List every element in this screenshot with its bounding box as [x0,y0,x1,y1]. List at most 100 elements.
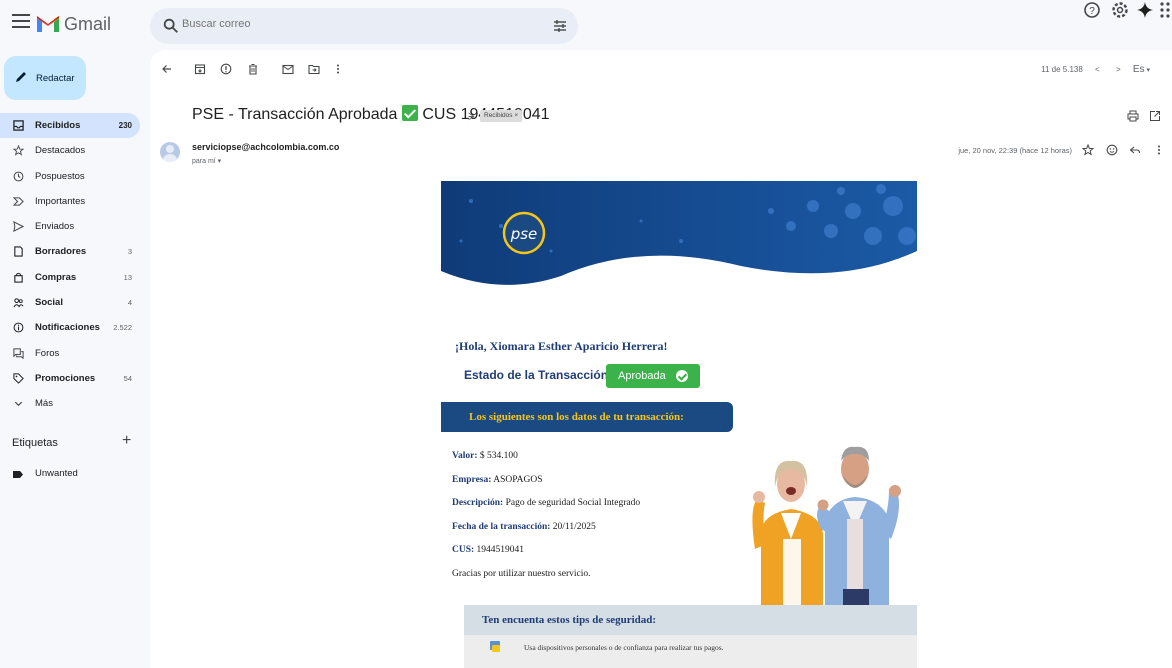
avatar[interactable] [160,142,180,162]
sidebar-item-snoozed[interactable]: Pospuestos [0,164,140,189]
label-name: Unwanted [35,468,78,479]
message-view: 11 de 5.138 < > Es ▾ PSE - Transacción A… [150,50,1172,668]
prev-page-icon[interactable]: < [1095,65,1100,74]
compose-label: Redactar [36,73,75,84]
delete-icon[interactable] [247,62,259,75]
sidebar-item-label: Foros [35,347,60,359]
pse-logo-text: pse [510,225,538,243]
info-icon [13,322,24,333]
detail-row-cus: CUS: 1944519041 [452,545,525,555]
status-label: Estado de la Transacción: [464,368,613,382]
search-bar[interactable] [150,8,578,44]
inbox-icon [13,120,24,131]
sidebar-item-label: Promociones [35,372,96,384]
sidebar-item-label: Recibidos [35,120,81,131]
sidebar-item-label: Compras [35,271,77,283]
settings-icon[interactable] [1110,0,1130,20]
unread-count: 4 [127,298,132,308]
detail-row-fecha: Fecha de la transacción: 20/11/2025 [452,521,596,532]
recipient-line[interactable]: para mí ▾ [192,157,221,165]
search-icon[interactable] [162,17,180,35]
draft-icon [14,246,23,258]
back-arrow-icon[interactable] [161,62,173,74]
mark-unread-icon[interactable] [282,62,294,75]
pencil-icon [16,72,26,82]
pagination: 11 de 5.138 < > Es ▾ [1041,64,1150,75]
send-icon [13,221,24,233]
sidebar-item-forums[interactable]: Foros [0,341,140,366]
reply-icon[interactable] [1129,144,1141,156]
check-emoji-icon [401,105,418,121]
label-icon [13,471,23,478]
move-to-icon[interactable] [308,62,320,75]
sidebar-item-promotions[interactable]: Promociones 54 [0,366,140,391]
detail-row-empresa: Empresa: ASOPAGOS [452,474,543,485]
security-tips: Ten encuenta estos tips de seguridad: Us… [464,605,917,668]
sidebar-item-label: Notificaciones [35,322,100,334]
more-vert-icon[interactable] [1153,144,1165,156]
chevron-down-icon [14,401,23,407]
sender-email[interactable]: serviciopse@achcolombia.com.co [192,142,339,152]
unread-count: 230 [118,121,132,130]
label-item-unwanted[interactable]: Unwanted [0,463,140,485]
labels-heading: Etiquetas [12,437,58,449]
inbox-label-chip[interactable]: Recibidos × [480,110,523,122]
search-input[interactable] [182,18,522,30]
sidebar-item-drafts[interactable]: Borradores 3 [0,239,140,264]
tips-header: Ten encuenta estos tips de seguridad: [464,605,917,635]
more-vert-icon[interactable] [332,62,344,74]
apps-icon[interactable] [1158,0,1172,20]
forum-icon [13,348,24,359]
top-bar: Gmail ? [0,0,1172,52]
language-selector[interactable]: Es [1133,64,1145,75]
check-circle-icon [676,370,688,382]
detail-row-valor: Valor: $ 534.100 [452,451,518,461]
sidebar-item-important[interactable]: Importantes [0,189,140,214]
thanks-text: Gracias por utilizar nuestro servicio. [452,568,591,579]
sidebar-item-inbox[interactable]: Recibidos 230 [0,113,140,139]
pager-count: 11 de 5.138 [1041,65,1083,74]
folder-list: Recibidos 230 Destacados Pospuestos Impo… [0,113,142,417]
compose-button[interactable]: Redactar [4,56,86,100]
sidebar-item-updates[interactable]: Notificaciones 2.522 [0,315,140,340]
sidebar-item-more[interactable]: Más [0,391,140,416]
svg-text:?: ? [1089,6,1095,17]
important-icon [13,197,24,206]
detail-row-descripcion: Descripción: Pago de seguridad Social In… [452,498,641,508]
sidebar-item-starred[interactable]: Destacados [0,138,140,163]
add-label-button[interactable]: + [122,432,131,450]
star-icon[interactable] [1082,144,1094,156]
archive-icon[interactable] [194,62,206,75]
tip-text: Usa dispositivos personales o de confian… [524,643,724,652]
sidebar-item-label: Destacados [35,145,86,157]
status-badge: Aprobada [606,364,700,388]
search-options-icon[interactable] [552,18,568,34]
sidebar-item-purchases[interactable]: Compras 13 [0,265,140,290]
message-date: jue, 20 nov, 22:39 (hace 12 horas) [958,146,1072,155]
report-spam-icon[interactable] [220,62,232,75]
sidebar-item-label: Importantes [35,195,86,207]
unread-count: 54 [123,373,132,383]
transaction-details: Valor: $ 534.100 Empresa: ASOPAGOS Descr… [452,451,640,592]
sidebar-item-label: Enviados [35,221,75,233]
unread-count: 13 [123,272,132,282]
sidebar-item-sent[interactable]: Enviados [0,214,140,239]
important-marker-icon[interactable]: ᗒ [468,112,475,123]
menu-icon[interactable] [12,14,30,28]
gemini-icon[interactable] [1135,0,1155,20]
help-icon[interactable]: ? [1082,0,1102,20]
open-new-window-icon[interactable] [1149,110,1161,122]
next-page-icon[interactable]: > [1116,65,1121,74]
print-icon[interactable] [1127,110,1139,122]
chevron-down-icon: ▾ [1144,67,1150,74]
sidebar-item-social[interactable]: Social 4 [0,290,140,315]
greeting: ¡Hola, Xiomara Esther Aparicio Herrera! [455,339,668,353]
gmail-logo[interactable] [36,12,60,34]
device-icon [490,641,500,652]
star-icon [13,145,24,156]
section-header: Los siguientes son los datos de tu trans… [441,402,733,432]
pse-banner: pse [441,181,917,285]
happy-people-image [752,446,901,605]
emoji-react-icon[interactable] [1106,144,1118,156]
bag-icon [14,272,23,283]
